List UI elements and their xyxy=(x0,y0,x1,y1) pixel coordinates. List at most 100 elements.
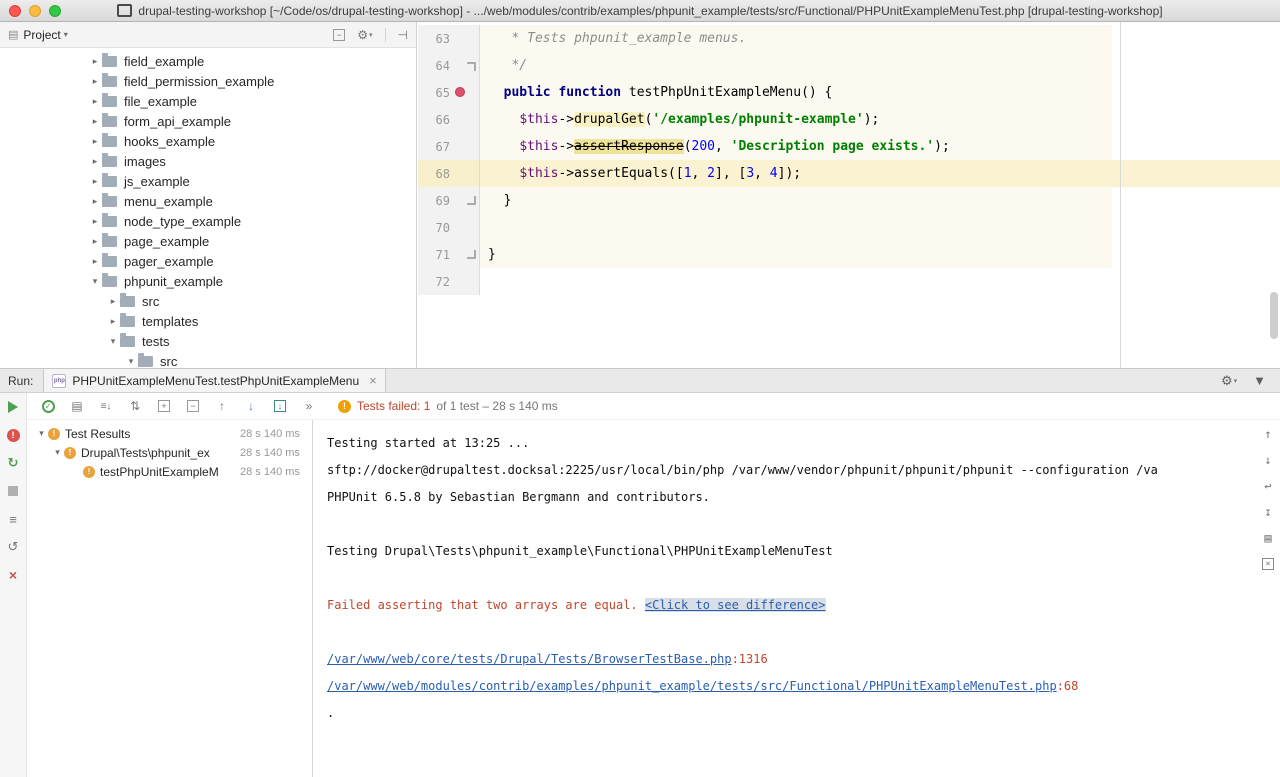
scroll-to-end-icon[interactable]: ↧ xyxy=(1260,504,1276,520)
chevron-right-icon[interactable]: ▸ xyxy=(88,76,102,87)
code-text[interactable]: } xyxy=(480,241,1280,268)
project-tree-item[interactable]: ▸pager_example xyxy=(0,251,416,271)
editor-gutter-cell[interactable]: 63 xyxy=(418,25,480,52)
editor-gutter-cell[interactable]: 72 xyxy=(418,268,480,295)
restore-layout-button[interactable]: ↺ xyxy=(5,539,21,555)
chevron-right-icon[interactable]: ▸ xyxy=(88,96,102,107)
settings-gear-icon[interactable]: ⚙▾ xyxy=(357,28,372,42)
show-passed-icon[interactable]: ✓ xyxy=(40,398,56,414)
project-tree-item[interactable]: ▸field_permission_example xyxy=(0,71,416,91)
editor-gutter-cell[interactable]: 64 xyxy=(418,52,480,79)
sort-alphabetically-icon[interactable]: ⇅ xyxy=(127,398,143,414)
project-tree-item[interactable]: ▸hooks_example xyxy=(0,131,416,151)
editor-line[interactable]: 64 */ xyxy=(418,52,1280,79)
code-text[interactable]: * Tests phpunit_example menus. xyxy=(480,25,1280,52)
editor-gutter-cell[interactable]: 70 xyxy=(418,214,480,241)
code-text[interactable]: $this->drupalGet('/examples/phpunit-exam… xyxy=(480,106,1280,133)
chevron-right-icon[interactable]: ▸ xyxy=(88,156,102,167)
minimize-window-button[interactable] xyxy=(29,5,41,17)
rerun-button[interactable] xyxy=(5,399,21,415)
project-panel-title[interactable]: Project xyxy=(23,28,60,42)
editor-gutter-cell[interactable]: 71 xyxy=(418,241,480,268)
fold-icon[interactable] xyxy=(467,196,476,205)
editor-line[interactable]: 66 $this->drupalGet('/examples/phpunit-e… xyxy=(418,106,1280,133)
code-text[interactable]: $this->assertEquals([1, 2], [3, 4]); xyxy=(480,160,1280,187)
line-number[interactable]: 71 xyxy=(424,248,450,262)
print-icon[interactable]: ▤ xyxy=(1260,530,1276,546)
editor-gutter-cell[interactable]: 67 xyxy=(418,133,480,160)
project-tree-item[interactable]: ▸node_type_example xyxy=(0,211,416,231)
console-link[interactable]: <Click to see difference> xyxy=(645,598,826,612)
close-window-button[interactable] xyxy=(9,5,21,17)
chevron-right-icon[interactable]: ▸ xyxy=(88,116,102,127)
zoom-window-button[interactable] xyxy=(49,5,61,17)
run-tab[interactable]: php PHPUnitExampleMenuTest.testPhpUnitEx… xyxy=(43,369,385,392)
project-tree-item[interactable]: ▾tests xyxy=(0,331,416,351)
line-number[interactable]: 64 xyxy=(424,59,450,73)
test-history-button[interactable]: ≡ xyxy=(5,511,21,527)
code-text[interactable]: } xyxy=(480,187,1280,214)
up-stack-trace-icon[interactable]: ↑ xyxy=(1260,426,1276,442)
collapse-all-icon[interactable]: − xyxy=(333,29,345,41)
line-number[interactable]: 70 xyxy=(424,221,450,235)
line-number[interactable]: 63 xyxy=(424,32,450,46)
editor-line[interactable]: 63 * Tests phpunit_example menus. xyxy=(418,25,1280,52)
toggle-auto-test-button[interactable]: ↻ xyxy=(5,455,21,471)
chevron-right-icon[interactable]: ▸ xyxy=(88,256,102,267)
project-tree-item[interactable]: ▾phpunit_example xyxy=(0,271,416,291)
down-stack-trace-icon[interactable]: ↓ xyxy=(1260,452,1276,468)
collapse-all-icon[interactable]: − xyxy=(185,398,201,414)
chevron-right-icon[interactable]: ▸ xyxy=(88,136,102,147)
line-number[interactable]: 69 xyxy=(424,194,450,208)
test-console[interactable]: Testing started at 13:25 ... sftp://dock… xyxy=(313,420,1280,777)
sort-by-duration-icon[interactable]: ≡↓ xyxy=(98,398,114,414)
hide-panel-icon[interactable]: ⊣ xyxy=(398,28,408,42)
code-text[interactable]: */ xyxy=(480,52,1280,79)
soft-wrap-icon[interactable]: ↩ xyxy=(1260,478,1276,494)
chevron-right-icon[interactable]: ▸ xyxy=(106,316,120,327)
chevron-down-icon[interactable]: ▾ xyxy=(64,30,68,39)
stop-button[interactable] xyxy=(5,483,21,499)
editor-line-current[interactable]: 68 $this->assertEquals([1, 2], [3, 4]); xyxy=(418,160,1280,187)
expand-all-icon[interactable]: + xyxy=(156,398,172,414)
console-link[interactable]: /var/www/web/modules/contrib/examples/ph… xyxy=(327,679,1057,693)
project-tree-item[interactable]: ▸field_example xyxy=(0,51,416,71)
project-tree-item[interactable]: ▸file_example xyxy=(0,91,416,111)
line-number[interactable]: 68 xyxy=(424,167,450,181)
test-tree-item[interactable]: ! testPhpUnitExampleM 28 s 140 ms xyxy=(27,462,312,481)
project-tree-item[interactable]: ▸templates xyxy=(0,311,416,331)
clear-all-icon[interactable]: × xyxy=(1260,556,1276,572)
chevron-down-icon[interactable]: ▾ xyxy=(88,276,102,287)
chevron-down-icon[interactable]: ▾ xyxy=(35,428,48,439)
project-tree-item[interactable]: ▸src xyxy=(0,291,416,311)
close-button[interactable]: × xyxy=(5,567,21,583)
project-tree-item[interactable]: ▸js_example xyxy=(0,171,416,191)
next-failed-test-icon[interactable]: ↓ xyxy=(243,398,259,414)
import-test-results-icon[interactable]: ↓ xyxy=(272,398,288,414)
chevron-down-icon[interactable]: ▾ xyxy=(51,447,64,458)
chevron-right-icon[interactable]: ▸ xyxy=(88,176,102,187)
editor-gutter-cell[interactable]: 66 xyxy=(418,106,480,133)
chevron-down-icon[interactable]: ▾ xyxy=(124,356,138,367)
line-number[interactable]: 66 xyxy=(424,113,450,127)
project-tree-item[interactable]: ▾src xyxy=(0,351,416,368)
chevron-right-icon[interactable]: ▸ xyxy=(88,236,102,247)
editor-gutter-cell[interactable]: 65 xyxy=(418,79,480,106)
code-text[interactable] xyxy=(480,268,1280,295)
fold-icon[interactable] xyxy=(467,250,476,259)
hide-panel-icon[interactable]: ▼ xyxy=(1253,373,1266,388)
code-text[interactable]: $this->assertResponse(200, 'Description … xyxy=(480,133,1280,160)
console-icon[interactable]: ▤ xyxy=(69,398,85,414)
project-tree-item[interactable]: ▸page_example xyxy=(0,231,416,251)
editor-line[interactable]: 71 } xyxy=(418,241,1280,268)
chevron-right-icon[interactable]: ▸ xyxy=(88,56,102,67)
line-number[interactable]: 65 xyxy=(424,86,450,100)
test-tree-item[interactable]: ▾ ! Test Results 28 s 140 ms xyxy=(27,424,312,443)
project-tree-item[interactable]: ▸form_api_example xyxy=(0,111,416,131)
line-number[interactable]: 72 xyxy=(424,275,450,289)
chevron-right-icon[interactable]: ▸ xyxy=(88,196,102,207)
chevron-right-icon[interactable]: ▸ xyxy=(88,216,102,227)
close-tab-icon[interactable]: × xyxy=(369,374,377,387)
test-tree-item[interactable]: ▾ ! Drupal\Tests\phpunit_ex 28 s 140 ms xyxy=(27,443,312,462)
console-link[interactable]: /var/www/web/core/tests/Drupal/Tests/Bro… xyxy=(327,652,732,666)
